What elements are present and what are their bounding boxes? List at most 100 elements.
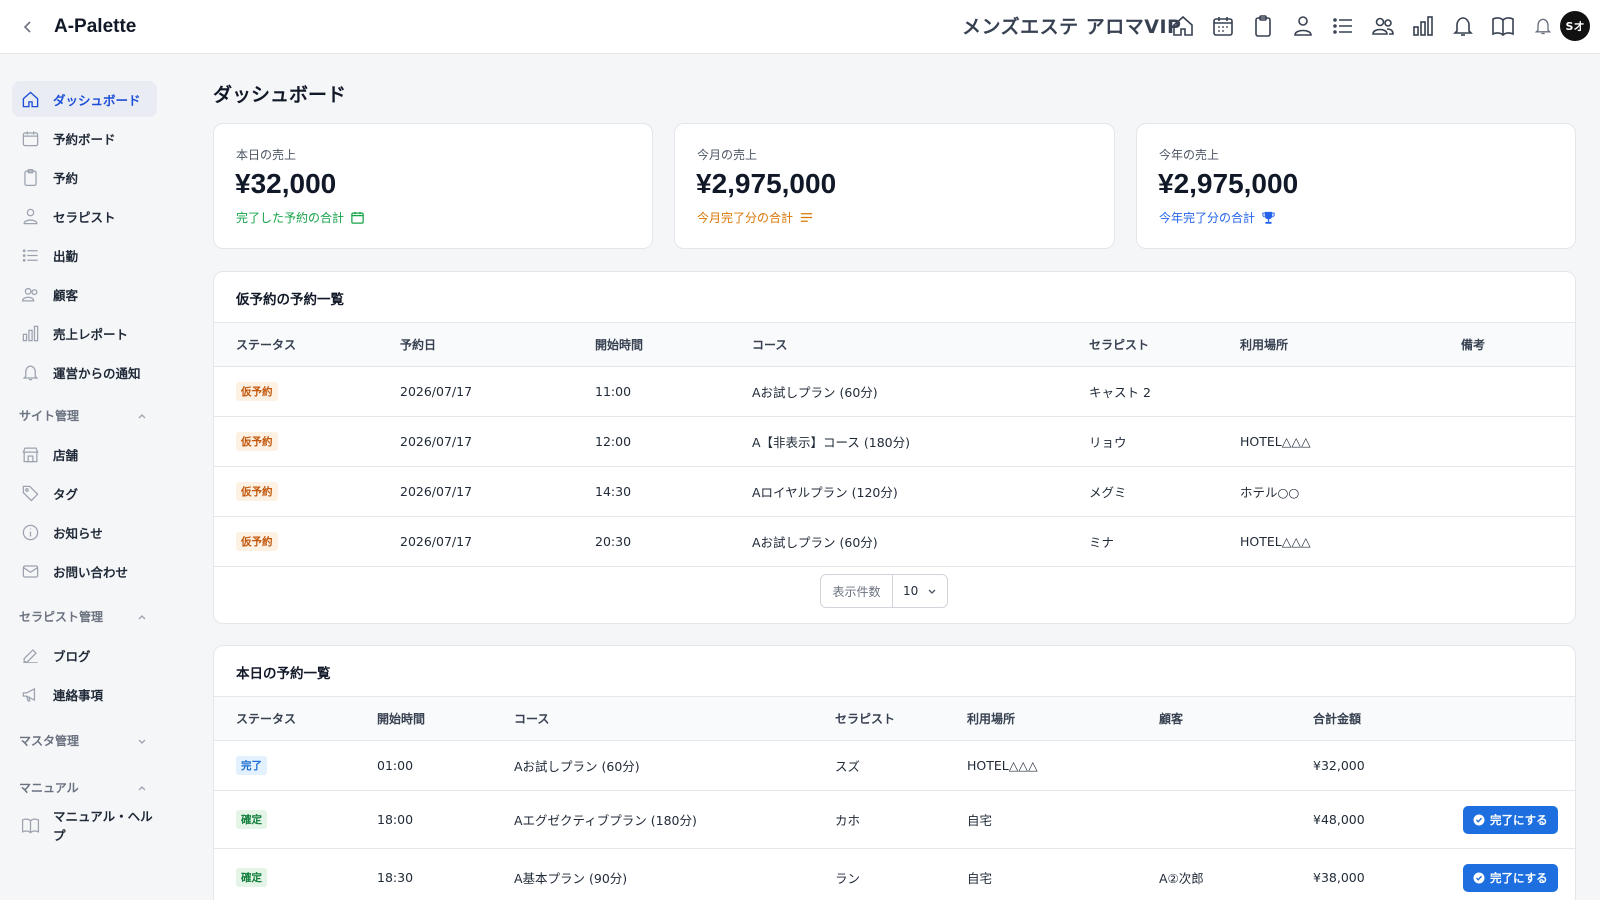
- avatar[interactable]: Sオ: [1560, 11, 1590, 41]
- customer-cell: [1137, 740, 1291, 791]
- sidebar-item-blog[interactable]: ブログ: [12, 637, 157, 673]
- chevron-down-icon: [928, 589, 936, 594]
- user-icon[interactable]: [1288, 10, 1317, 42]
- sidebar-item-manual-help[interactable]: マニュアル・ヘルプ: [12, 807, 157, 843]
- table-row[interactable]: 確定 18:30 A基本プラン (90分) ラン 自宅 A②次郎 ¥38,000…: [214, 848, 1575, 900]
- table-header-row: ステータス 開始時間 コース セラピスト 利用場所 顧客 合計金額: [214, 696, 1575, 741]
- place-cell: HOTEL△△△: [1218, 516, 1439, 567]
- note-cell: [1439, 466, 1575, 517]
- table-row[interactable]: 仮予約 2026/07/17 20:30 Aお試しプラン (60分) ミナ HO…: [214, 516, 1575, 567]
- time-cell: 20:30: [573, 516, 730, 567]
- sidebar-item-label: お問い合わせ: [53, 564, 129, 580]
- sidebar-item-inquiries[interactable]: お問い合わせ: [12, 553, 157, 589]
- bar-chart-icon: [22, 325, 39, 341]
- sidebar-item-label: 売上レポート: [53, 326, 129, 342]
- users-icon[interactable]: [1368, 10, 1397, 42]
- amount-cell: ¥38,000: [1291, 848, 1441, 900]
- check-circle-icon: [1473, 872, 1485, 883]
- sidebar-item-label: ダッシュボード: [53, 92, 141, 108]
- calendar-icon[interactable]: [1208, 10, 1237, 42]
- button-label: 完了にする: [1490, 812, 1548, 827]
- bell-icon: [22, 365, 39, 380]
- stat-card-year: 今年の売上 ¥2,975,000 今年完了分の合計: [1136, 123, 1576, 249]
- table-row[interactable]: 完了 01:00 Aお試しプラン (60分) スズ HOTEL△△△ ¥32,0…: [214, 740, 1575, 791]
- sidebar-item-sales-report[interactable]: 売上レポート: [12, 315, 157, 351]
- table-header-row: ステータス 予約日 開始時間 コース セラピスト 利用場所 備考: [214, 322, 1575, 367]
- bell-icon[interactable]: [1448, 10, 1477, 42]
- bar-chart-icon[interactable]: [1408, 10, 1437, 42]
- date-cell: 2026/07/17: [378, 416, 573, 467]
- back-chevron-icon[interactable]: [16, 15, 40, 39]
- chevron-down-icon: [138, 739, 146, 744]
- column-header: 予約日: [378, 322, 573, 367]
- sidebar-item-attendance[interactable]: 出勤: [12, 237, 157, 273]
- column-header: コース: [730, 322, 1067, 367]
- column-header: 利用場所: [945, 696, 1137, 741]
- mark-complete-button[interactable]: 完了にする: [1463, 863, 1558, 892]
- sidebar-item-news[interactable]: お知らせ: [12, 514, 157, 550]
- place-cell: [1218, 366, 1439, 417]
- course-cell: Aお試しプラン (60分): [730, 366, 1067, 417]
- sidebar-item-reservations[interactable]: 予約: [12, 159, 157, 195]
- section-label: マニュアル: [19, 781, 79, 795]
- column-header: ステータス: [214, 696, 355, 741]
- today-reservations-panel: 本日の予約一覧 ステータス 開始時間 コース セラピスト 利用場所 顧客 合計金…: [213, 645, 1576, 900]
- sidebar-item-tags[interactable]: タグ: [12, 475, 157, 511]
- sidebar-section-master[interactable]: マスタ管理: [19, 732, 147, 749]
- sidebar-item-announcements[interactable]: 連絡事項: [12, 676, 157, 712]
- lines-icon: [800, 213, 813, 222]
- date-cell: 2026/07/17: [378, 516, 573, 567]
- chevron-up-icon: [138, 413, 146, 418]
- column-header: コース: [492, 696, 813, 741]
- bell-small-icon[interactable]: [1528, 10, 1557, 42]
- sidebar-item-store[interactable]: 店舗: [12, 436, 157, 472]
- column-header: 合計金額: [1291, 696, 1441, 741]
- sidebar-item-label: お知らせ: [53, 525, 103, 541]
- page-size-select[interactable]: 10: [893, 584, 947, 598]
- stat-note: 今年完了分の合計: [1159, 209, 1276, 226]
- sidebar-item-notifications[interactable]: 運営からの通知: [12, 354, 157, 390]
- sidebar-item-dashboard[interactable]: ダッシュボード: [12, 81, 157, 117]
- column-header: 開始時間: [573, 322, 730, 367]
- section-label: サイト管理: [19, 409, 80, 423]
- sidebar: ダッシュボード 予約ボード 予約 セラピスト 出勤 顧客 売上レポート 運営から…: [0, 55, 172, 900]
- page-size-label: 表示件数: [821, 575, 893, 607]
- stat-value: ¥2,975,000: [696, 168, 837, 199]
- time-cell: 01:00: [355, 740, 492, 791]
- note-cell: [1439, 366, 1575, 417]
- sidebar-item-label: セラピスト: [53, 209, 116, 225]
- clipboard-icon[interactable]: [1248, 10, 1277, 42]
- book-icon[interactable]: [1488, 10, 1517, 42]
- therapist-cell: キャスト 2: [1067, 366, 1218, 417]
- course-cell: Aロイヤルプラン (120分): [730, 466, 1067, 517]
- date-cell: 2026/07/17: [378, 466, 573, 517]
- list-icon[interactable]: [1328, 10, 1357, 42]
- sidebar-section-manual[interactable]: マニュアル: [19, 779, 147, 796]
- table-row[interactable]: 確定 18:00 Aエグゼクティブプラン (180分) カホ 自宅 ¥48,00…: [214, 790, 1575, 849]
- home-icon[interactable]: [1168, 10, 1197, 42]
- status-badge: 完了: [236, 756, 267, 775]
- place-cell: 自宅: [945, 790, 1137, 849]
- sidebar-item-customers[interactable]: 顧客: [12, 276, 157, 312]
- users-icon: [21, 287, 38, 301]
- sidebar-item-therapists[interactable]: セラピスト: [12, 198, 157, 234]
- stat-card-month: 今月の売上 ¥2,975,000 今月完了分の合計: [674, 123, 1115, 249]
- column-header-action: [1441, 696, 1575, 741]
- table-row[interactable]: 仮予約 2026/07/17 12:00 A【非表示】コース (180分) リョ…: [214, 416, 1575, 467]
- course-cell: Aエグゼクティブプラン (180分): [492, 790, 813, 849]
- sidebar-section-site[interactable]: サイト管理: [19, 407, 147, 424]
- sidebar-item-reservation-board[interactable]: 予約ボード: [12, 120, 157, 156]
- mark-complete-button[interactable]: 完了にする: [1463, 805, 1558, 834]
- sidebar-item-label: マニュアル・ヘルプ: [53, 809, 153, 843]
- therapist-cell: メグミ: [1067, 466, 1218, 517]
- column-header: ステータス: [214, 322, 378, 367]
- section-title: 仮予約の予約一覧: [236, 292, 344, 308]
- table-row[interactable]: 仮予約 2026/07/17 14:30 Aロイヤルプラン (120分) メグミ…: [214, 466, 1575, 517]
- table-row[interactable]: 仮予約 2026/07/17 11:00 Aお試しプラン (60分) キャスト …: [214, 366, 1575, 417]
- top-bar: A-Palette メンズエステ アロマVIP Sオ: [0, 0, 1600, 54]
- stat-note-text: 今年完了分の合計: [1159, 211, 1256, 225]
- therapist-cell: スズ: [813, 740, 945, 791]
- sidebar-section-therapist[interactable]: セラピスト管理: [19, 608, 147, 625]
- stat-card-today: 本日の売上 ¥32,000 完了した予約の合計: [213, 123, 653, 249]
- time-cell: 18:00: [355, 790, 492, 849]
